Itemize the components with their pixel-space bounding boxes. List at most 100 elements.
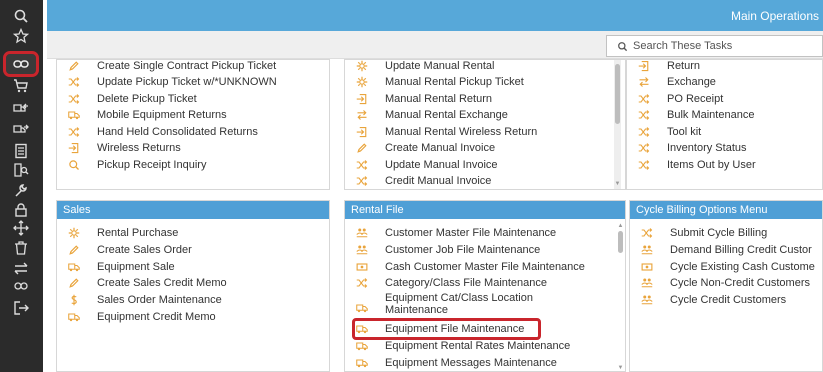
menu-item[interactable]: Credit Manual Invoice [345, 173, 491, 189]
scroll-up-arrow[interactable]: ▲ [617, 223, 624, 229]
menu-item[interactable]: Create Manual Invoice [345, 140, 495, 156]
menu-item[interactable]: Hand Held Consolidated Returns [57, 124, 258, 140]
scroll-down-arrow[interactable]: ▼ [617, 365, 624, 371]
menu-item-label: Sales Order Maintenance [97, 294, 222, 306]
menu-item-label: Delete Pickup Ticket [97, 93, 197, 105]
menu-item[interactable]: Cycle Non-Credit Customers [630, 275, 810, 291]
menu-item-label: Items Out by User [667, 159, 756, 171]
gear-icon [355, 59, 369, 73]
search-icon [67, 158, 81, 172]
menu-item[interactable]: Equipment Messages Maintenance [345, 355, 557, 371]
menu-item-label: Equipment Rental Rates Maintenance [385, 340, 571, 352]
menu-item-label: PO Receipt [667, 93, 724, 105]
menu-item[interactable]: Create Sales Credit Memo [57, 275, 227, 291]
swap-icon[interactable] [6, 258, 36, 278]
menu-item[interactable]: Customer Master File Maintenance [345, 225, 556, 241]
scrollbar-thumb[interactable] [615, 64, 620, 124]
rings-icon[interactable] [6, 276, 36, 296]
menu-item[interactable]: Customer Job File Maintenance [345, 242, 540, 258]
menu-item[interactable]: Pickup Receipt Inquiry [57, 157, 206, 173]
menu-item-label: Tool kit [667, 126, 702, 138]
trash-icon[interactable] [6, 238, 36, 258]
chain-link-icon[interactable] [3, 51, 39, 77]
menu-item[interactable]: Cycle Existing Cash Custome [630, 259, 815, 275]
menu-item[interactable]: Create Single Contract Pickup Ticket [57, 59, 276, 74]
menu-item[interactable]: Equipment Credit Memo [57, 309, 216, 325]
search-icon[interactable] [6, 6, 36, 26]
menu-item[interactable]: Equipment Rental Rates Maintenance [345, 338, 570, 354]
menu-item-label: Submit Cycle Billing [670, 227, 768, 239]
menu-item[interactable]: Mobile Equipment Returns [57, 107, 227, 123]
menu-item-label: Customer Master File Maintenance [385, 227, 557, 239]
menu-item[interactable]: Return [627, 60, 700, 74]
menu-item[interactable]: Create Sales Order [57, 242, 192, 258]
truck-icon [355, 339, 369, 353]
menu-item[interactable]: Manual Rental Pickup Ticket [345, 74, 524, 90]
import-icon [355, 92, 369, 106]
menu-item[interactable]: Cash Customer Master File Maintenance [345, 259, 585, 275]
search-box[interactable] [606, 35, 823, 57]
menu-item-label: Demand Billing Credit Custor [670, 244, 812, 256]
menu-item[interactable]: Update Manual Invoice [345, 157, 498, 173]
wrench-icon[interactable] [6, 180, 36, 200]
cash-icon [355, 260, 369, 274]
menu-item[interactable]: Sales Order Maintenance [57, 292, 222, 308]
menu-item-label: Exchange [667, 76, 716, 88]
menu-item[interactable]: Items Out by User [627, 157, 756, 173]
calculator-icon[interactable] [6, 141, 36, 161]
header-bar: Main Operations [47, 0, 823, 31]
shuffle-icon [640, 226, 654, 240]
menu-item[interactable]: Tool kit [627, 124, 701, 140]
lock-icon[interactable] [6, 200, 36, 220]
cart-icon[interactable] [6, 76, 36, 96]
menu-item-label: Pickup Receipt Inquiry [97, 159, 207, 171]
cycle-billing-panel: Cycle Billing Options Menu Submit Cycle … [629, 200, 823, 372]
star-icon[interactable] [6, 26, 36, 46]
menu-item[interactable]: Equipment Sale [57, 259, 175, 275]
pencil-icon [67, 243, 81, 257]
menu-item[interactable]: Update Manual Rental [345, 59, 494, 74]
search-input[interactable] [633, 40, 813, 52]
menu-item[interactable]: Rental Purchase [57, 225, 178, 241]
truck-icon [67, 310, 81, 324]
scroll-down-arrow[interactable]: ▼ [614, 181, 621, 187]
move-icon[interactable] [6, 218, 36, 238]
menu-item[interactable]: Inventory Status [627, 140, 747, 156]
pencil-icon [67, 276, 81, 290]
menu-item-label: Update Pickup Ticket w/*UNKNOWN [97, 76, 277, 88]
menu-item[interactable]: Manual Rental Return [345, 91, 492, 107]
doc-search-icon[interactable] [6, 160, 36, 180]
menu-item[interactable]: Wireless Returns [57, 140, 181, 156]
shuffle-icon [637, 158, 651, 172]
shuffle-icon [67, 92, 81, 106]
scrollbar[interactable]: ▼ [614, 60, 621, 189]
truck-return-icon[interactable] [6, 98, 36, 118]
menu-item-label: Cash Customer Master File Maintenance [385, 261, 585, 273]
menu-item[interactable]: Bulk Maintenance [627, 107, 754, 123]
menu-item[interactable]: Manual Rental Exchange [345, 107, 508, 123]
scrollbar-thumb[interactable] [618, 231, 623, 253]
truck-icon [355, 301, 369, 315]
menu-item[interactable]: Exchange [627, 74, 716, 90]
truck-forward-icon[interactable] [6, 119, 36, 139]
menu-item[interactable]: Cycle Credit Customers [630, 292, 786, 308]
menu-item-label: Manual Rental Exchange [385, 109, 508, 121]
menu-item[interactable]: Manual Rental Wireless Return [345, 124, 537, 140]
truck-icon [67, 260, 81, 274]
menu-item[interactable]: Category/Class File Maintenance [345, 275, 547, 291]
menu-item-label: Create Sales Order [97, 244, 192, 256]
shuffle-icon [355, 276, 369, 290]
menu-item[interactable]: Demand Billing Credit Custor [630, 242, 812, 258]
menu-item[interactable]: Submit Cycle Billing [630, 225, 767, 241]
rental-panel: Update Manual Rental Manual Rental Picku… [344, 59, 626, 190]
shuffle-icon [637, 92, 651, 106]
menu-item[interactable]: Equipment Cat/Class Location Maintenance [345, 292, 575, 320]
logout-icon[interactable] [6, 298, 36, 318]
pencil-icon [355, 141, 369, 155]
sales-panel: Sales Rental Purchase Create Sales Order… [56, 200, 330, 372]
menu-item[interactable]: Update Pickup Ticket w/*UNKNOWN [57, 74, 277, 90]
scrollbar[interactable]: ▲ ▼ [617, 219, 624, 371]
menu-item[interactable]: Delete Pickup Ticket [57, 91, 197, 107]
menu-item[interactable]: PO Receipt [627, 91, 723, 107]
pencil-icon [67, 59, 81, 73]
